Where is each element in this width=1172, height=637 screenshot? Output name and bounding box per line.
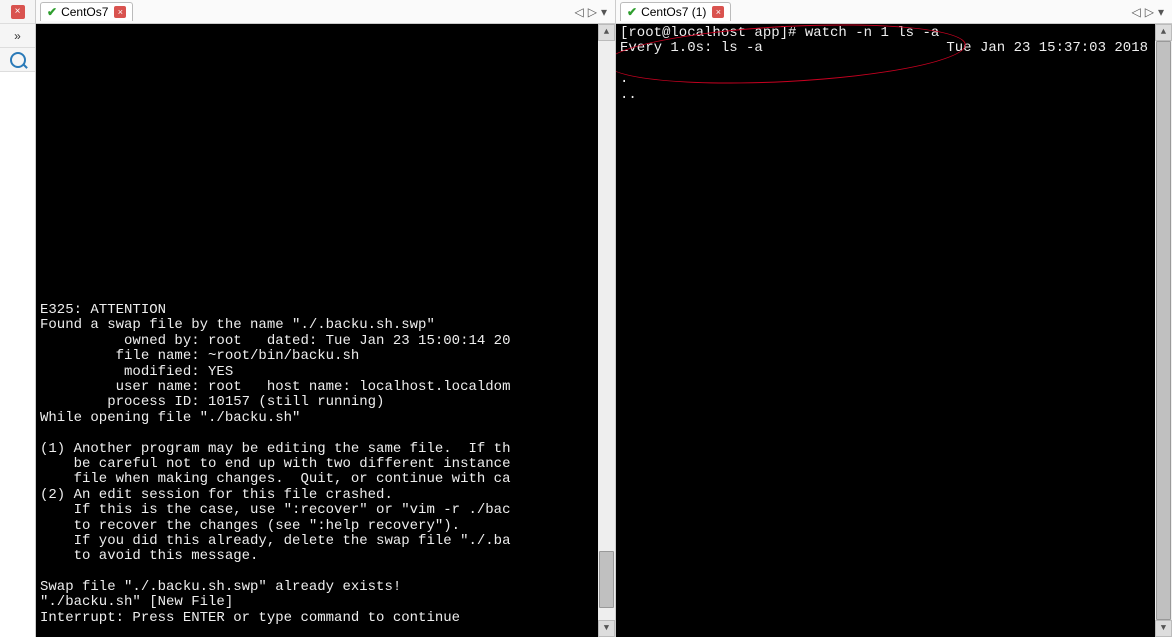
terminal-line: Found a swap file by the name "./.backu.…: [40, 317, 435, 333]
terminal-line: user name: root host name: localhost.loc…: [40, 379, 510, 395]
scroll-track[interactable]: [1155, 41, 1172, 620]
terminal-line: .: [620, 71, 628, 87]
tab-bar-right: ✔ CentOs7 (1) × ◁ ▷ ▾: [616, 0, 1172, 24]
tab-next-icon[interactable]: ▷: [1145, 5, 1154, 19]
tab-next-icon[interactable]: ▷: [588, 5, 597, 19]
scroll-up-icon[interactable]: ▲: [1155, 24, 1172, 41]
scrollbar-left[interactable]: ▲ ▼: [598, 24, 615, 637]
sidebar-expand-icon[interactable]: »: [14, 29, 21, 43]
scroll-down-icon[interactable]: ▼: [1155, 620, 1172, 637]
tab-label: CentOs7: [61, 5, 108, 19]
terminal-pane-right: ✔ CentOs7 (1) × ◁ ▷ ▾ [root@localhost ap…: [616, 0, 1172, 637]
tab-centos7-1[interactable]: ✔ CentOs7 (1) ×: [620, 2, 731, 21]
terminal-line: While opening file "./backu.sh": [40, 410, 300, 426]
search-icon[interactable]: [10, 52, 26, 68]
tab-close-button[interactable]: ×: [712, 6, 724, 18]
terminal-line: to avoid this message.: [40, 548, 258, 564]
tab-prev-icon[interactable]: ◁: [575, 5, 584, 19]
terminal-line: be careful not to end up with two differ…: [40, 456, 510, 472]
tab-prev-icon[interactable]: ◁: [1132, 5, 1141, 19]
tab-centos7[interactable]: ✔ CentOs7 ×: [40, 2, 133, 21]
tab-nav-left: ◁ ▷ ▾: [575, 5, 608, 19]
terminal-line: Interrupt: Press ENTER or type command t…: [40, 610, 460, 626]
tab-nav-right: ◁ ▷ ▾: [1132, 5, 1165, 19]
sidebar-close-button[interactable]: ×: [11, 5, 25, 19]
left-sidebar: × »: [0, 0, 36, 637]
check-icon: ✔: [47, 5, 57, 19]
terminal-line: file when making changes. Quit, or conti…: [40, 471, 510, 487]
scroll-thumb[interactable]: [1156, 41, 1171, 620]
terminal-line: Swap file "./.backu.sh.swp" already exis…: [40, 579, 401, 595]
scrollbar-right[interactable]: ▲ ▼: [1155, 24, 1172, 637]
terminal-line: (1) Another program may be editing the s…: [40, 441, 510, 457]
terminal-line: (2) An edit session for this file crashe…: [40, 487, 393, 503]
terminal-line: ..: [620, 87, 637, 103]
terminal-line: owned by: root dated: Tue Jan 23 15:00:1…: [40, 333, 510, 349]
terminal-line: modified: YES: [40, 364, 233, 380]
check-icon: ✔: [627, 5, 637, 19]
tab-menu-icon[interactable]: ▾: [601, 5, 607, 19]
scroll-up-icon[interactable]: ▲: [598, 24, 615, 41]
tab-close-button[interactable]: ×: [114, 6, 126, 18]
scroll-thumb[interactable]: [599, 551, 614, 609]
scroll-track[interactable]: [598, 41, 615, 620]
tab-bar-left: ✔ CentOs7 × ◁ ▷ ▾: [36, 0, 615, 24]
terminal-line: E325: ATTENTION: [40, 302, 166, 318]
tab-label: CentOs7 (1): [641, 5, 706, 19]
terminal-left[interactable]: E325: ATTENTION Found a swap file by the…: [36, 24, 615, 637]
terminal-line: file name: ~root/bin/backu.sh: [40, 348, 359, 364]
terminal-line: "./backu.sh" [New File]: [40, 594, 233, 610]
terminal-line: If this is the case, use ":recover" or "…: [40, 502, 510, 518]
terminal-line: [root@localhost app]# watch -n 1 ls -a: [620, 25, 939, 41]
terminal-line: to recover the changes (see ":help recov…: [40, 518, 460, 534]
terminal-line: Every 1.0s: ls -aTue Jan 23 15:37:03 201…: [620, 40, 763, 56]
tab-menu-icon[interactable]: ▾: [1158, 5, 1164, 19]
terminal-pane-left: ✔ CentOs7 × ◁ ▷ ▾ E325: ATTENTION Found …: [36, 0, 616, 637]
terminal-line: process ID: 10157 (still running): [40, 394, 384, 410]
scroll-down-icon[interactable]: ▼: [598, 620, 615, 637]
terminal-line: If you did this already, delete the swap…: [40, 533, 510, 549]
terminal-right[interactable]: [root@localhost app]# watch -n 1 ls -a E…: [616, 24, 1172, 637]
